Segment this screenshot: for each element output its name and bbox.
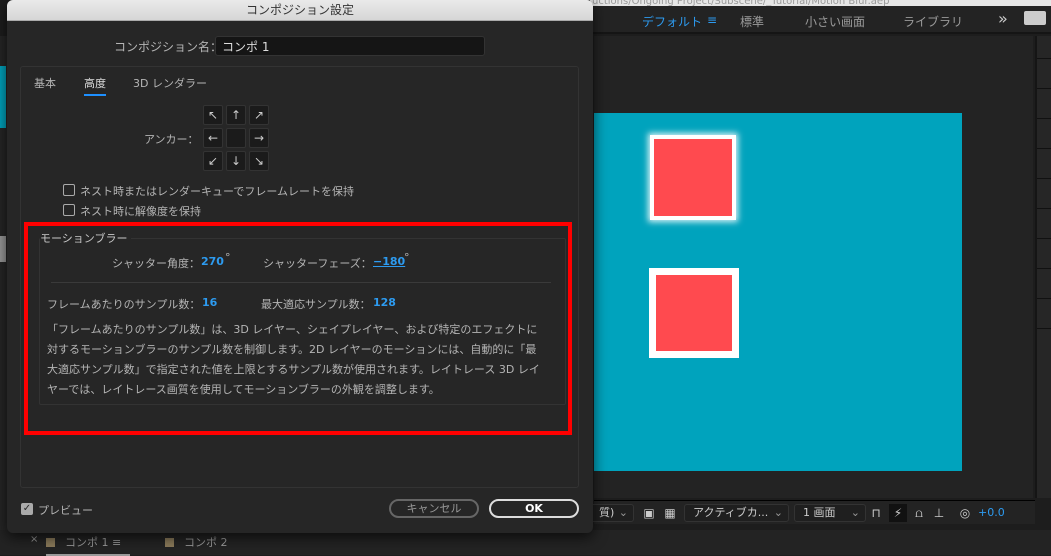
tab-label: コンポ 1 — [65, 536, 109, 549]
exposure-reset-icon[interactable]: ◎ — [956, 504, 974, 522]
tab-comp-1[interactable]: コンポ 1 ≡ — [46, 534, 130, 556]
tab-comp-2[interactable]: コンポ 2 — [165, 534, 228, 550]
pixel-aspect-icon[interactable]: ⊓ — [867, 504, 885, 522]
camera-value: アクティブカ... — [693, 506, 769, 519]
flowchart-icon[interactable]: ⊥ — [930, 504, 948, 522]
blurred-red-square[interactable] — [654, 139, 732, 216]
anchor-bottom-right-icon[interactable]: ↘ — [249, 151, 269, 171]
workspace-libraries[interactable]: ライブラリ — [903, 13, 963, 30]
timeline-icon[interactable]: ⩍ — [910, 504, 928, 522]
label-color-swatch — [46, 538, 55, 547]
tab-3d-renderer[interactable]: 3D レンダラー — [133, 75, 207, 91]
composition-canvas[interactable] — [594, 113, 962, 471]
transparency-grid-icon[interactable]: ▦ — [661, 504, 679, 522]
preserve-resolution-checkbox[interactable] — [63, 204, 75, 216]
cancel-button[interactable]: キャンセル — [389, 499, 479, 518]
preserve-framerate-checkbox[interactable] — [63, 184, 75, 196]
fast-previews-icon[interactable]: ⚡ — [889, 504, 907, 522]
anchor-center[interactable] — [226, 128, 246, 148]
workspace-default[interactable]: デフォルト — [642, 13, 702, 30]
chevron-down-icon: ⌄ — [618, 506, 628, 519]
ok-button[interactable]: OK — [489, 499, 579, 518]
anchor-bottom-left-icon[interactable]: ↙ — [203, 151, 223, 171]
tab-advanced[interactable]: 高度 — [84, 75, 106, 96]
red-square[interactable] — [649, 268, 739, 358]
anchor-left-icon[interactable]: ← — [203, 128, 223, 148]
close-tab-icon[interactable]: × — [30, 534, 38, 545]
views-value: 1 画面 — [803, 506, 836, 519]
workspace-standard[interactable]: 標準 — [740, 13, 764, 30]
anchor-top-icon[interactable]: ↑ — [226, 105, 246, 125]
dialog-title: コンポジション設定 — [7, 0, 593, 21]
anchor-right-icon[interactable]: → — [249, 128, 269, 148]
composition-tab-bar: × コンポ 1 ≡ コンポ 2 — [0, 530, 1051, 556]
workspace-menu-icon[interactable]: ≡ — [707, 13, 717, 27]
anchor-top-left-icon[interactable]: ↖ — [203, 105, 223, 125]
tab-menu-icon[interactable]: ≡ — [112, 536, 121, 549]
anchor-top-right-icon[interactable]: ↗ — [249, 105, 269, 125]
label-color-swatch — [165, 538, 174, 547]
resolution-dropdown[interactable]: 質) ⌄ — [590, 504, 634, 522]
tab-label: コンポ 2 — [184, 536, 228, 549]
workspace-settings-icon[interactable] — [1024, 11, 1046, 25]
overflow-icon[interactable]: » — [998, 9, 1008, 28]
region-of-interest-icon[interactable]: ▣ — [640, 504, 658, 522]
workspace-small-screen[interactable]: 小さい画面 — [805, 13, 865, 30]
tab-basic[interactable]: 基本 — [34, 75, 56, 91]
preview-label: プレビュー — [38, 504, 93, 517]
highlight-box — [24, 222, 572, 435]
right-panel[interactable] — [1035, 36, 1051, 498]
comp-name-label: コンポジション名： — [114, 40, 223, 54]
resolution-value: 質) — [599, 506, 615, 519]
anchor-label: アンカー： — [144, 133, 199, 146]
chevron-down-icon: ⌄ — [850, 506, 860, 519]
preserve-framerate-label: ネスト時またはレンダーキューでフレームレートを保持 — [80, 185, 355, 198]
preserve-resolution-label: ネスト時に解像度を保持 — [80, 205, 201, 218]
preview-checkbox[interactable]: ✓ — [21, 503, 33, 515]
comp-name-input[interactable] — [215, 36, 485, 56]
anchor-bottom-icon[interactable]: ↓ — [226, 151, 246, 171]
camera-dropdown[interactable]: アクティブカ... ⌄ — [684, 504, 789, 522]
exposure-value[interactable]: +0.0 — [978, 506, 1005, 519]
workspace-bar: デフォルト ≡ 標準 小さい画面 ライブラリ » — [590, 6, 1051, 34]
viewer-toolbar: 質) ⌄ ▣ ▦ アクティブカ... ⌄ 1 画面 ⌄ ⊓ ⚡ ⩍ ⊥ ◎ +0.0 — [590, 500, 1035, 524]
views-dropdown[interactable]: 1 画面 ⌄ — [794, 504, 866, 522]
chevron-down-icon: ⌄ — [773, 506, 783, 519]
